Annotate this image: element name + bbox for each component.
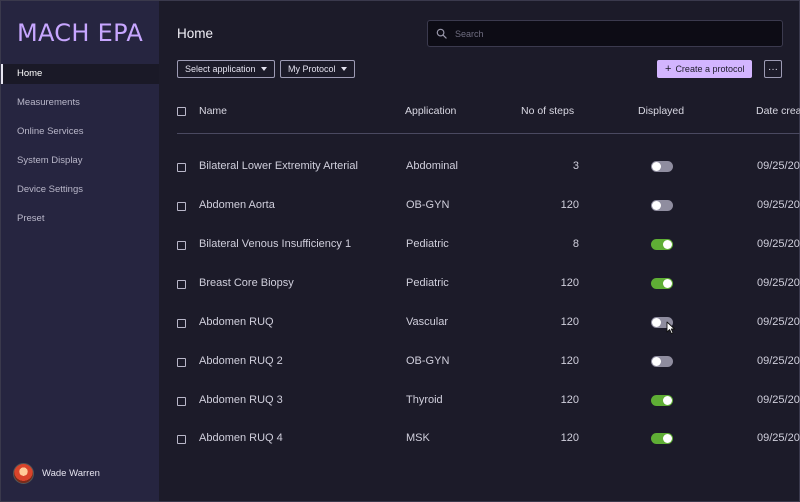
row-checkbox[interactable] (177, 397, 186, 406)
row-name: Abdomen RUQ 2 (199, 355, 283, 367)
sidebar-item-online-services[interactable]: Online Services (1, 122, 159, 142)
pointer-cursor-icon (666, 321, 676, 335)
column-header-steps[interactable]: No of steps (521, 105, 574, 117)
row-date: 09/25/20 (757, 160, 800, 172)
row-steps: 120 (560, 316, 579, 328)
table-header-divider (177, 133, 800, 134)
table-row[interactable]: Breast Core Biopsy Pediatric 120 09/25/2… (159, 274, 800, 294)
row-checkbox[interactable] (177, 358, 186, 367)
row-steps: 3 (572, 160, 579, 172)
row-application: Pediatric (406, 277, 449, 289)
sidebar-item-home[interactable]: Home (1, 64, 159, 84)
create-protocol-label: Create a protocol (675, 64, 745, 74)
page-title: Home (177, 26, 214, 41)
displayed-toggle[interactable] (651, 433, 673, 444)
row-application: Vascular (406, 316, 448, 328)
my-protocol-dropdown[interactable]: My Protocol (280, 60, 355, 78)
sidebar: MACH EPA Home Measurements Online Servic… (1, 1, 159, 501)
table-row[interactable]: Abdomen Aorta OB-GYN 120 09/25/20 (159, 196, 800, 216)
column-header-application[interactable]: Application (405, 105, 456, 117)
displayed-toggle[interactable] (651, 395, 673, 406)
sidebar-item-measurements[interactable]: Measurements (1, 93, 159, 113)
app-window: MACH EPA Home Measurements Online Servic… (0, 0, 800, 502)
column-header-displayed[interactable]: Displayed (638, 105, 684, 117)
row-checkbox[interactable] (177, 319, 186, 328)
row-steps: 120 (560, 432, 579, 444)
displayed-toggle[interactable] (651, 278, 673, 289)
row-steps: 120 (560, 394, 579, 406)
select-application-label: Select application (185, 64, 256, 74)
brand-logo: MACH EPA (17, 19, 144, 47)
table-row[interactable]: Abdomen RUQ 3 Thyroid 120 09/25/20 (159, 391, 800, 411)
row-application: OB-GYN (406, 355, 450, 367)
table-row[interactable]: Bilateral Lower Extremity Arterial Abdom… (159, 157, 800, 177)
row-checkbox[interactable] (177, 163, 186, 172)
row-steps: 120 (560, 277, 579, 289)
displayed-toggle[interactable] (651, 200, 673, 211)
avatar (13, 463, 34, 484)
table-row[interactable]: Abdomen RUQ 4 MSK 120 09/25/20 (159, 429, 800, 449)
table-row[interactable]: Abdomen RUQ 2 OB-GYN 120 09/25/20 (159, 352, 800, 372)
create-protocol-button[interactable]: + Create a protocol (657, 60, 753, 78)
row-date: 09/25/20 (757, 394, 800, 406)
row-name: Breast Core Biopsy (199, 277, 294, 289)
row-application: MSK (406, 432, 430, 444)
row-name: Abdomen RUQ (199, 316, 274, 328)
row-date: 09/25/20 (757, 355, 800, 367)
search-input[interactable] (455, 28, 755, 39)
row-checkbox[interactable] (177, 202, 186, 211)
row-application: OB-GYN (406, 199, 450, 211)
search-icon (436, 28, 447, 39)
column-header-date[interactable]: Date crea (756, 105, 800, 117)
row-date: 09/25/20 (757, 238, 800, 250)
row-date: 09/25/20 (757, 277, 800, 289)
table-row[interactable]: Abdomen RUQ Vascular 120 09/25/20 (159, 313, 800, 333)
row-name: Bilateral Lower Extremity Arterial (199, 160, 358, 172)
row-date: 09/25/20 (757, 199, 800, 211)
row-application: Pediatric (406, 238, 449, 250)
row-name: Bilateral Venous Insufficiency 1 (199, 238, 352, 250)
row-steps: 120 (560, 199, 579, 211)
displayed-toggle[interactable] (651, 356, 673, 367)
row-name: Abdomen RUQ 4 (199, 432, 283, 444)
row-application: Thyroid (406, 394, 443, 406)
row-name: Abdomen RUQ 3 (199, 394, 283, 406)
row-checkbox[interactable] (177, 435, 186, 444)
row-steps: 8 (572, 238, 579, 250)
row-checkbox[interactable] (177, 241, 186, 250)
main-content: Home Select application My Protocol + Cr… (159, 1, 800, 501)
row-date: 09/25/20 (757, 316, 800, 328)
table-row[interactable]: Bilateral Venous Insufficiency 1 Pediatr… (159, 235, 800, 255)
row-name: Abdomen Aorta (199, 199, 275, 211)
displayed-toggle[interactable] (651, 239, 673, 250)
row-steps: 120 (560, 355, 579, 367)
sidebar-item-preset[interactable]: Preset (1, 209, 159, 229)
plus-icon: + (665, 62, 672, 75)
select-all-checkbox[interactable] (177, 107, 186, 116)
sidebar-item-system-display[interactable]: System Display (1, 151, 159, 171)
user-name: Wade Warren (42, 468, 100, 479)
user-profile[interactable]: Wade Warren (13, 463, 100, 484)
sidebar-item-device-settings[interactable]: Device Settings (1, 180, 159, 200)
my-protocol-label: My Protocol (288, 64, 336, 74)
search-box[interactable] (427, 20, 783, 47)
row-date: 09/25/20 (757, 432, 800, 444)
more-options-button[interactable]: ··· (764, 60, 782, 78)
sidebar-nav: Home Measurements Online Services System… (1, 64, 159, 238)
row-checkbox[interactable] (177, 280, 186, 289)
column-header-name[interactable]: Name (199, 105, 227, 117)
select-application-dropdown[interactable]: Select application (177, 60, 275, 78)
displayed-toggle[interactable] (651, 161, 673, 172)
caret-down-icon (340, 67, 347, 71)
row-application: Abdominal (406, 160, 458, 172)
caret-down-icon (260, 67, 267, 71)
